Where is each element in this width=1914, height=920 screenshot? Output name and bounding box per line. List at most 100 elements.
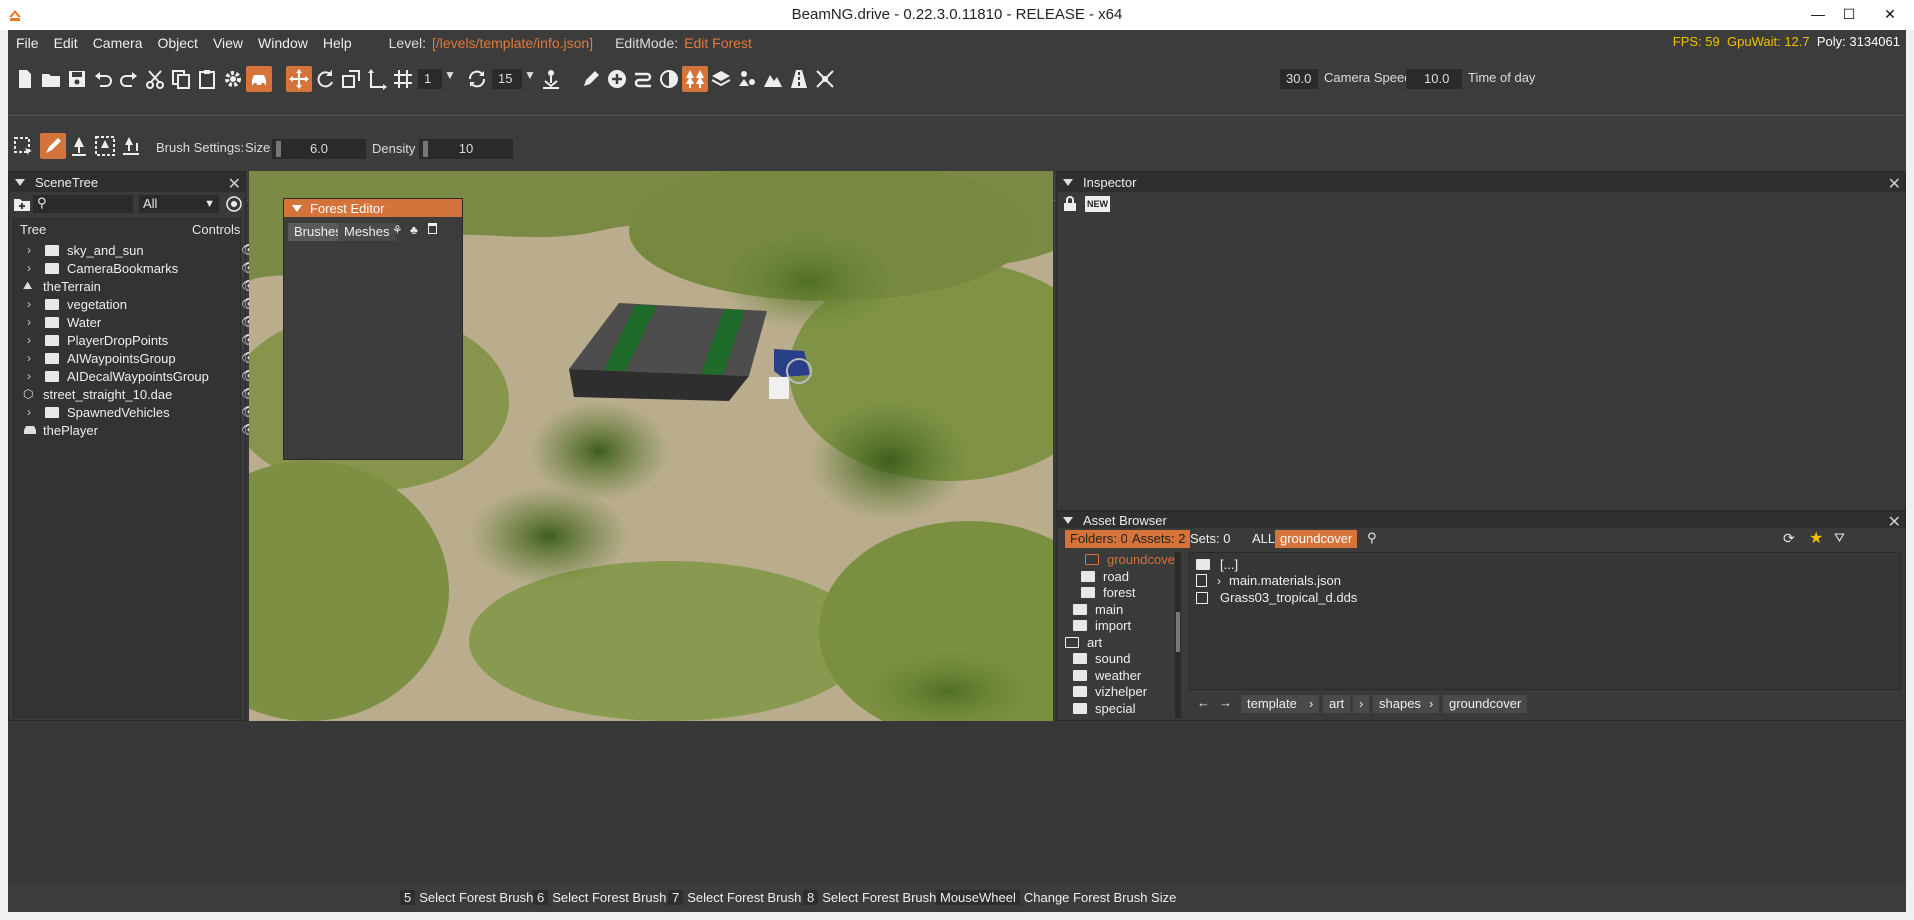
camera-speed-field[interactable]: 30.0 [1280, 69, 1318, 89]
folder-tree-scrollbar[interactable] [1175, 552, 1181, 718]
folder-groundcover[interactable]: groundcove [1085, 552, 1175, 567]
file-main-materials-json[interactable]: › main.materials.json [1196, 573, 1341, 588]
folder-vizhelper[interactable]: vizhelper [1073, 684, 1147, 699]
open-folder-icon[interactable] [38, 66, 64, 92]
tab-meshes[interactable]: Meshes [338, 223, 396, 241]
scene-settings-icon[interactable] [225, 195, 243, 213]
grid-size-dropdown-icon[interactable]: ▼ [444, 68, 456, 82]
snap-to-terrain-icon[interactable] [538, 66, 564, 92]
file-grass03-dds[interactable]: Grass03_tropical_d.dds [1196, 590, 1357, 605]
folder-forest[interactable]: forest [1081, 585, 1136, 600]
add-group-icon[interactable] [13, 195, 31, 213]
forward-arrow-icon[interactable]: → [1219, 695, 1232, 710]
sets-count-chip[interactable]: Sets: 0 [1185, 530, 1235, 548]
road-spline-icon[interactable] [630, 66, 656, 92]
terrain-paint-icon[interactable] [656, 66, 682, 92]
maximize-button[interactable]: ☐ [1826, 0, 1872, 30]
decal-icon[interactable] [734, 66, 760, 92]
expand-chevron-icon[interactable]: › [23, 243, 35, 257]
rotation-step-field[interactable]: 15 [492, 69, 522, 89]
add-element-icon[interactable]: ♣ [410, 223, 418, 237]
scenetree-filter-select[interactable]: All ▼ [139, 195, 219, 213]
breadcrumb-groundcover[interactable]: groundcover [1443, 695, 1528, 713]
road-architect-icon[interactable] [786, 66, 812, 92]
expand-chevron-icon[interactable]: › [23, 315, 35, 329]
parent-folder-item[interactable]: [...] [1196, 557, 1238, 572]
filter-funnel-icon[interactable]: ⛛ [1834, 530, 1845, 546]
folder-weather[interactable]: weather [1073, 668, 1141, 683]
paint-brush-icon[interactable] [40, 133, 66, 159]
expand-chevron-icon[interactable]: › [23, 369, 35, 383]
redo-icon[interactable] [116, 66, 142, 92]
brush-density-knob[interactable] [423, 141, 428, 157]
expand-chevron-icon[interactable]: › [23, 261, 35, 275]
forest-editor-icon[interactable] [682, 66, 708, 92]
expand-chevron-icon[interactable]: › [1217, 574, 1221, 588]
expand-chevron-icon[interactable]: › [23, 333, 35, 347]
folder-sound[interactable]: sound [1073, 651, 1130, 666]
add-brush-icon[interactable]: ⚘ [392, 223, 403, 237]
breadcrumb-template[interactable]: template [1241, 695, 1303, 713]
terrain-edit-icon[interactable] [760, 66, 786, 92]
pencil-icon[interactable] [578, 66, 604, 92]
folders-count-chip[interactable]: Folders: 0 [1065, 530, 1133, 548]
navigation-waypoint-icon[interactable] [812, 66, 838, 92]
collapse-triangle-icon[interactable] [15, 178, 25, 186]
new-inspector-icon[interactable]: NEW [1085, 196, 1110, 212]
rotate-gizmo-icon[interactable] [312, 66, 338, 92]
expand-chevron-icon[interactable]: › [23, 297, 35, 311]
brush-density-slider[interactable]: 10 [419, 139, 513, 159]
expand-chevron-icon[interactable]: › [23, 405, 35, 419]
3d-viewport[interactable]: Forest Editor Brushes Meshes ⚘ ♣ [249, 171, 1053, 721]
brush-size-slider[interactable]: 6.0 [272, 139, 366, 159]
lock-selection-icon[interactable] [1063, 196, 1077, 212]
back-arrow-icon[interactable]: ← [1197, 695, 1210, 710]
menu-file[interactable]: File [16, 35, 39, 51]
forest-editor-header[interactable]: Forest Editor [284, 199, 462, 217]
paste-icon[interactable] [194, 66, 220, 92]
new-file-icon[interactable] [12, 66, 38, 92]
refresh-icon[interactable]: ⟳ [1783, 530, 1795, 547]
menu-window[interactable]: Window [258, 35, 308, 51]
search-icon[interactable]: ⚲ [1367, 530, 1377, 546]
rotation-snap-icon[interactable] [464, 66, 490, 92]
grid-size-field[interactable]: 1 [418, 69, 442, 89]
collapse-triangle-icon[interactable] [1063, 516, 1073, 524]
copy-icon[interactable] [168, 66, 194, 92]
asset-browser-header[interactable]: Asset Browser [1057, 512, 1905, 528]
grid-snap-icon[interactable] [390, 66, 416, 92]
world-local-axis-icon[interactable] [364, 66, 390, 92]
folder-main[interactable]: main [1073, 602, 1123, 617]
settings-gear-icon[interactable] [220, 66, 246, 92]
menu-camera[interactable]: Camera [93, 35, 143, 51]
menu-edit[interactable]: Edit [54, 35, 78, 51]
vehicle-mode-icon[interactable] [246, 66, 272, 92]
scale-gizmo-icon[interactable] [338, 66, 364, 92]
menu-help[interactable]: Help [323, 35, 352, 51]
close-panel-icon[interactable]: ✕ [228, 174, 241, 194]
scenetree-search-input[interactable]: ⚲ [33, 195, 133, 213]
folder-import[interactable]: import [1073, 618, 1131, 633]
align-to-terrain-icon[interactable] [118, 133, 144, 159]
brush-size-knob[interactable] [276, 141, 281, 157]
trash-icon[interactable] [428, 223, 437, 234]
collapse-triangle-icon[interactable] [1063, 178, 1073, 186]
cut-icon[interactable] [142, 66, 168, 92]
expand-chevron-icon[interactable]: › [23, 351, 35, 365]
mesh-layers-icon[interactable] [708, 66, 734, 92]
select-tool-icon[interactable] [10, 133, 36, 159]
erase-trees-icon[interactable] [66, 133, 92, 159]
menu-view[interactable]: View [213, 35, 243, 51]
favorites-star-icon[interactable]: ★ [1809, 528, 1823, 548]
select-trees-icon[interactable] [92, 133, 118, 159]
close-panel-icon[interactable]: ✕ [1888, 512, 1901, 532]
save-icon[interactable] [64, 66, 90, 92]
filter-groundcover-chip[interactable]: groundcover [1275, 530, 1358, 548]
close-panel-icon[interactable]: ✕ [1888, 174, 1901, 194]
inspector-header[interactable]: Inspector [1057, 172, 1905, 192]
scenetree-header[interactable]: SceneTree [9, 172, 245, 192]
folder-art[interactable]: art [1065, 635, 1102, 650]
folder-special[interactable]: special [1073, 701, 1135, 716]
assets-count-chip[interactable]: Assets: 2 [1127, 530, 1191, 548]
undo-icon[interactable] [90, 66, 116, 92]
